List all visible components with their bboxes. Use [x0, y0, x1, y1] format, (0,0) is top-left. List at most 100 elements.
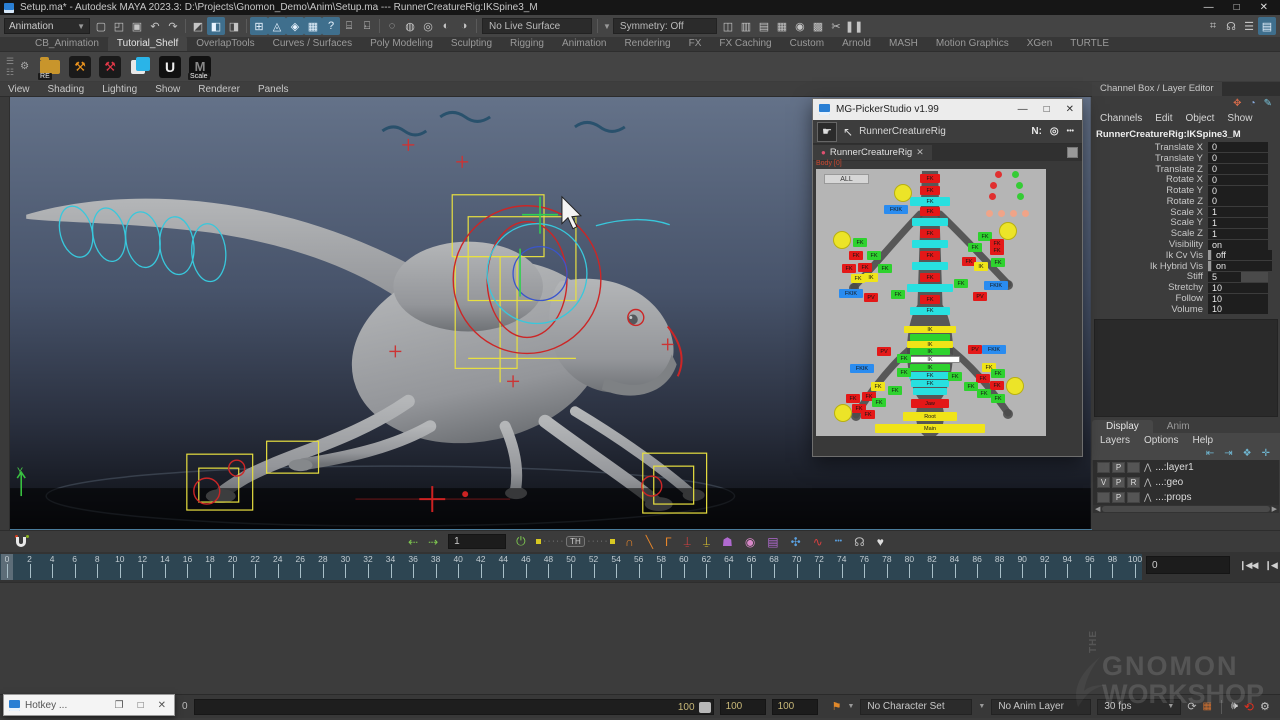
picker-spine-button[interactable]: FK — [920, 295, 940, 304]
new-scene-icon[interactable]: ▢ — [92, 17, 110, 35]
channel-value-field[interactable]: 0 — [1208, 153, 1268, 163]
hyperbolic-icon[interactable]: ✎ — [1264, 98, 1272, 111]
select-object-icon[interactable]: ◧ — [207, 17, 225, 35]
picker-ctrl-button-fk[interactable]: FK — [990, 381, 1004, 390]
timeline-tick[interactable] — [932, 564, 933, 578]
select-component-icon[interactable]: ◨ — [225, 17, 243, 35]
timeline-tick[interactable] — [30, 564, 31, 578]
shelf-tab-tutorial-shelf[interactable]: Tutorial_Shelf — [108, 36, 187, 51]
picker-spine-button[interactable] — [907, 284, 953, 292]
picker-dot-button[interactable] — [1012, 171, 1019, 178]
layer-row[interactable]: P⋀...:props — [1093, 490, 1279, 505]
rig-icon[interactable]: ☊ — [854, 535, 865, 549]
range-slider-handle[interactable] — [699, 702, 711, 713]
channel-value-field[interactable]: 1 — [1208, 229, 1268, 239]
picker-canvas[interactable]: ALL FKFKFKFKFKFKFKFKFKIKIKIKIKIKFKFKJawR… — [816, 169, 1046, 436]
new-layer-icon[interactable]: ✛ — [1262, 448, 1270, 459]
picker-spine-button[interactable]: FK — [911, 380, 949, 387]
picker-ctrl-button-fkik[interactable]: FKIK — [982, 345, 1006, 354]
scale-shelf-icon[interactable]: MScale — [187, 54, 213, 80]
layer-menu-layers[interactable]: Layers — [1100, 435, 1130, 446]
step-curve-icon[interactable]: Γ — [665, 535, 672, 549]
picker-ctrl-button-fkik[interactable]: FKIK — [884, 205, 908, 214]
open-scene-icon[interactable]: ◰ — [110, 17, 128, 35]
channel-box-menu-object[interactable]: Object — [1186, 113, 1215, 124]
timeline-tick[interactable] — [481, 564, 482, 578]
current-frame-field[interactable]: 0 — [1146, 556, 1230, 574]
snap-grid-icon[interactable]: ⊞ — [250, 17, 268, 35]
picker-more-icon[interactable]: ••• — [1067, 128, 1074, 135]
picker-ctrl-button-ik[interactable]: IK — [974, 262, 988, 271]
timeline-tick[interactable] — [52, 564, 53, 578]
picker-ctrl-button-pv[interactable]: PV — [968, 345, 982, 354]
timeline-tick[interactable] — [413, 564, 414, 578]
character-controls-icon[interactable]: ☊ — [1222, 17, 1240, 35]
timeline-tick[interactable] — [120, 564, 121, 578]
viewport-menu-lighting[interactable]: Lighting — [102, 84, 137, 95]
channel-value-field[interactable]: 0 — [1208, 186, 1268, 196]
timeline-tick[interactable] — [751, 564, 752, 578]
playback-end-field[interactable]: 100 — [720, 699, 766, 715]
timeline-tick[interactable] — [706, 564, 707, 578]
cache-icon[interactable]: ◑ — [455, 17, 473, 35]
picker-ctrl-button-fk[interactable]: FK — [851, 274, 865, 283]
timeline-tick[interactable] — [300, 564, 301, 578]
picker-ctrl-button-fk[interactable]: FK — [977, 389, 991, 398]
picker-spine-button[interactable]: Root — [903, 412, 957, 421]
shelf-tab-arnold[interactable]: Arnold — [833, 36, 880, 51]
picker-dot-button[interactable] — [995, 171, 1002, 178]
timeline-tick[interactable] — [503, 564, 504, 578]
picker-select-all-button[interactable]: ALL — [824, 174, 869, 184]
picker-dot-button[interactable] — [990, 182, 997, 189]
charset-arrow-icon[interactable]: ▼ — [847, 703, 854, 710]
picker-dot-button[interactable] — [1010, 210, 1017, 217]
picker-ctrl-button-fkik[interactable]: FKIK — [984, 281, 1008, 290]
picker-spine-button[interactable]: Main — [875, 424, 985, 433]
picker-spine-button[interactable] — [912, 262, 948, 270]
picker-ctrl-button-fk[interactable]: FK — [858, 263, 872, 272]
picker-spine-button[interactable]: FK — [920, 251, 940, 260]
picker-ctrl-button-fk[interactable]: FK — [853, 238, 867, 247]
next-key-arrow-icon[interactable]: ⇢ — [428, 535, 438, 549]
picker-ctrl-button-pv[interactable]: PV — [973, 292, 987, 301]
shelf-tab-overlaptools[interactable]: OverlapTools — [187, 36, 263, 51]
picker-ctrl-button-fk[interactable]: FK — [976, 374, 990, 383]
picker-ctrl-button-fk[interactable]: FK — [849, 251, 863, 260]
picker-close-button[interactable]: ✕ — [1066, 104, 1074, 115]
timeline-tick[interactable] — [323, 564, 324, 578]
picker-circle-button[interactable] — [999, 222, 1017, 240]
channel-value-field[interactable]: off — [1212, 250, 1272, 260]
picker-spine-button[interactable]: IK — [910, 348, 950, 355]
shelf-tab-sculpting[interactable]: Sculpting — [442, 36, 501, 51]
channel-value-field[interactable]: 0 — [1208, 175, 1268, 185]
modeling-toolkit-icon[interactable]: ⌗ — [1204, 17, 1222, 35]
speed-icon[interactable]: ◔ — [1250, 98, 1256, 111]
menu-set-dropdown[interactable]: Animation▼ — [4, 18, 90, 34]
picker-ctrl-button-fk[interactable]: FK — [888, 386, 902, 395]
timeline-tick[interactable] — [661, 564, 662, 578]
lock-icon[interactable]: ⌸ — [340, 17, 358, 35]
animbot-shelf-icon[interactable]: U — [157, 54, 183, 80]
range-slider[interactable]: 100 — [194, 699, 714, 715]
timeline-tick[interactable] — [526, 564, 527, 578]
timeline-tick[interactable] — [797, 564, 798, 578]
picker-dot-button[interactable] — [1016, 182, 1023, 189]
empty-layer-icon[interactable]: ❖ — [1243, 448, 1252, 459]
timeline-tick[interactable] — [391, 564, 392, 578]
select-tool-icon[interactable]: ☗ — [722, 535, 733, 549]
snap-curve-icon[interactable]: ◬ — [268, 17, 286, 35]
output-ops-icon[interactable]: ◍ — [401, 17, 419, 35]
picker-ctrl-button-fk[interactable]: FK — [897, 368, 911, 377]
animbot-tween-slider[interactable]: · · · · · TH · · · · · — [536, 536, 616, 547]
channel-box-toggle-icon[interactable]: ▤ — [1258, 17, 1276, 35]
picker-ctrl-button-fkik[interactable]: FKIK — [850, 364, 874, 373]
collapsed-toolbox[interactable] — [0, 97, 10, 530]
picker-spine-button[interactable] — [912, 240, 948, 248]
picker-ctrl-button-fk[interactable]: FK — [991, 394, 1005, 403]
picker-dot-button[interactable] — [998, 210, 1005, 217]
power-icon[interactable]: ⏻ — [516, 534, 526, 549]
animation-end-field[interactable]: 100 — [772, 699, 818, 715]
timeline-tick[interactable] — [368, 564, 369, 578]
picker-ctrl-button-pv[interactable]: PV — [877, 347, 891, 356]
viewport-menu-view[interactable]: View — [8, 84, 30, 95]
